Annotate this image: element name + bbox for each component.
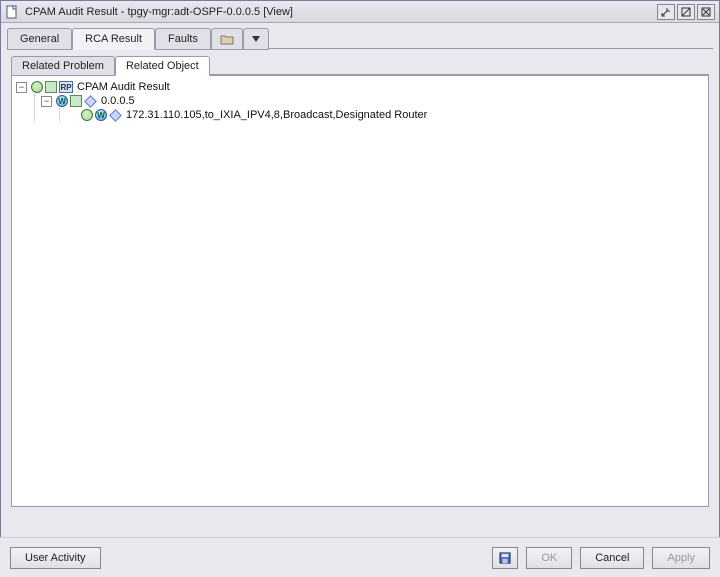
tab-related-object[interactable]: Related Object	[115, 56, 210, 76]
tab-rca-result[interactable]: RCA Result	[72, 28, 155, 50]
node-label: CPAM Audit Result	[77, 81, 170, 93]
tab-label: Faults	[168, 33, 198, 45]
sub-tab-bar: Related Problem Related Object	[1, 49, 719, 75]
tab-label: Related Problem	[22, 60, 104, 72]
save-icon	[499, 551, 511, 565]
object-icon	[45, 81, 57, 93]
w-badge-icon: W	[95, 109, 107, 121]
w-badge-icon: W	[56, 95, 68, 107]
diamond-icon	[84, 95, 97, 108]
diamond-icon	[109, 109, 122, 122]
object-icon	[70, 95, 82, 107]
object-tree[interactable]: − RP CPAM Audit Result − W 0.0.0.5	[16, 80, 704, 122]
node-icons: W	[81, 109, 122, 121]
maximize-icon[interactable]	[677, 4, 695, 20]
tab-label: General	[20, 33, 59, 45]
window-controls	[657, 4, 715, 20]
window-titlebar: CPAM Audit Result - tpgy-mgr:adt-OSPF-0.…	[1, 1, 719, 23]
document-icon	[5, 5, 19, 19]
status-ok-icon	[81, 109, 93, 121]
button-label: Apply	[667, 552, 695, 564]
cancel-button[interactable]: Cancel	[580, 547, 644, 569]
status-ok-icon	[31, 81, 43, 93]
close-icon[interactable]	[697, 4, 715, 20]
tab-related-problem[interactable]: Related Problem	[11, 56, 115, 76]
node-icons: W	[56, 95, 97, 107]
button-label: User Activity	[25, 552, 86, 564]
window-title: CPAM Audit Result - tpgy-mgr:adt-OSPF-0.…	[25, 6, 651, 18]
tab-label: RCA Result	[85, 33, 142, 45]
rp-badge-icon: RP	[59, 81, 73, 93]
tree-node[interactable]: − W 0.0.0.5	[41, 94, 704, 108]
node-label: 172.31.110.105,to_IXIA_IPV4,8,Broadcast,…	[126, 109, 427, 121]
ok-button[interactable]: OK	[526, 547, 572, 569]
button-label: Cancel	[595, 552, 629, 564]
folder-icon	[220, 34, 234, 45]
tree-node-leaf[interactable]: W 172.31.110.105,to_IXIA_IPV4,8,Broadcas…	[66, 108, 704, 122]
user-activity-button[interactable]: User Activity	[10, 547, 101, 569]
dialog-footer: User Activity OK Cancel Apply	[0, 537, 720, 577]
apply-button[interactable]: Apply	[652, 547, 710, 569]
collapse-icon[interactable]: −	[16, 82, 27, 93]
node-icons: RP	[31, 81, 73, 93]
tab-label: Related Object	[126, 60, 199, 72]
tree-panel: − RP CPAM Audit Result − W 0.0.0.5	[11, 75, 709, 507]
save-icon-button[interactable]	[492, 547, 518, 569]
chevron-down-icon	[252, 36, 260, 42]
tree-node-root[interactable]: − RP CPAM Audit Result	[16, 80, 704, 94]
leaf-spacer	[66, 110, 77, 121]
tab-faults[interactable]: Faults	[155, 28, 211, 50]
restore-down-icon[interactable]	[657, 4, 675, 20]
button-label: OK	[541, 552, 557, 564]
tab-dropdown-button[interactable]	[243, 28, 269, 50]
tab-general[interactable]: General	[7, 28, 72, 50]
collapse-icon[interactable]: −	[41, 96, 52, 107]
node-label: 0.0.0.5	[101, 95, 135, 107]
tab-folder-button[interactable]	[211, 28, 243, 50]
main-tab-bar: General RCA Result Faults	[1, 23, 719, 49]
